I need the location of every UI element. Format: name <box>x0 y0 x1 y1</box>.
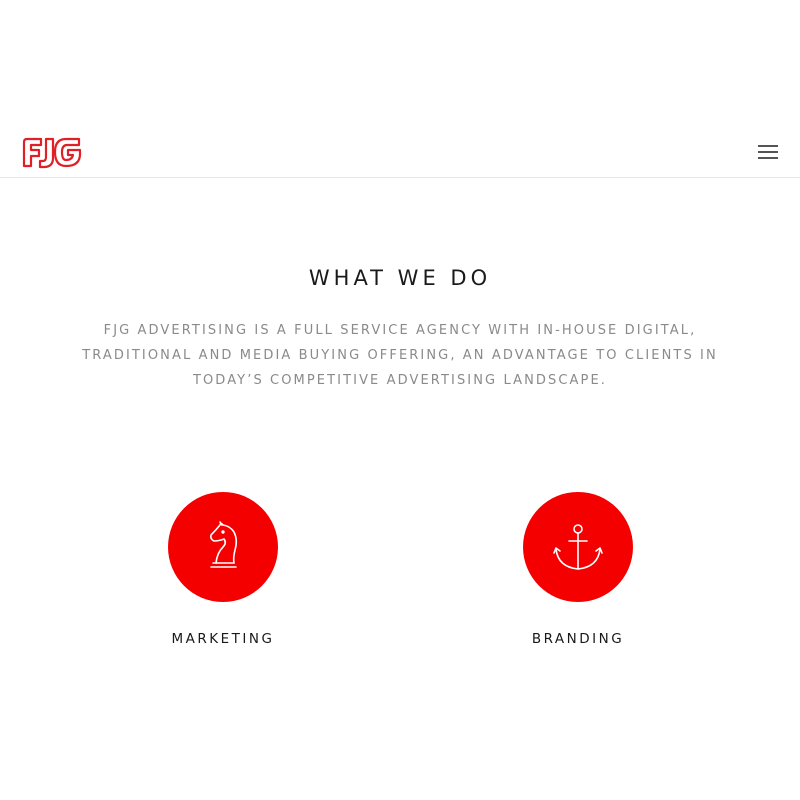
chess-knight-icon <box>210 521 238 568</box>
site-header <box>0 126 800 178</box>
section-description: FJG ADVERTISING IS A FULL SERVICE AGENCY… <box>82 323 718 388</box>
branding-icon-circle[interactable] <box>523 492 633 602</box>
marketing-label[interactable]: MARKETING <box>123 631 323 647</box>
menu-line <box>758 145 778 147</box>
menu-line <box>758 151 778 153</box>
fjg-logo[interactable] <box>22 136 82 169</box>
menu-line <box>758 157 778 159</box>
service-branding: BRANDING <box>478 492 678 652</box>
marketing-icon-circle[interactable] <box>168 492 278 602</box>
branding-label[interactable]: BRANDING <box>478 631 678 647</box>
service-marketing: MARKETING <box>123 492 323 652</box>
fjg-logo-mark <box>22 137 82 169</box>
anchor-icon <box>553 524 603 570</box>
hamburger-menu-icon[interactable] <box>756 142 780 162</box>
page: WHAT WE DO FJG ADVERTISING IS A FULL SER… <box>0 0 800 800</box>
section-title: WHAT WE DO <box>308 266 492 290</box>
